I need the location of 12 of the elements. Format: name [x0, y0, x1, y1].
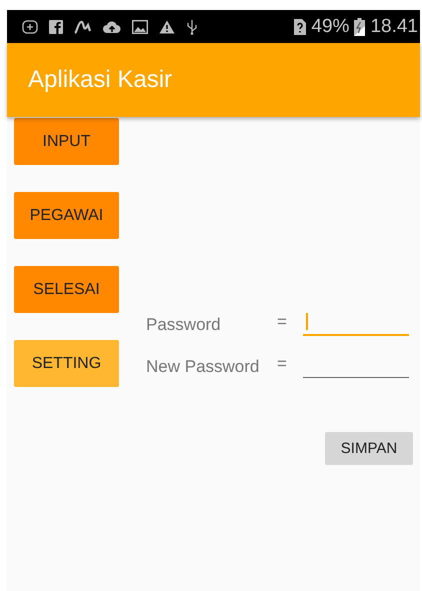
save-button[interactable]: SIMPAN: [325, 432, 413, 465]
battery-percent: 49%: [311, 16, 350, 38]
clock-time: 18.41: [370, 16, 418, 38]
menu-button[interactable]: PEGAWAI: [14, 192, 119, 239]
menu-button[interactable]: INPUT: [14, 118, 119, 165]
equals-sign: =: [277, 354, 288, 374]
menu-button[interactable]: SELESAI: [14, 266, 119, 313]
field-label: New Password: [146, 357, 260, 377]
menu-button[interactable]: SETTING: [14, 340, 119, 387]
app-title: Aplikasi Kasir: [28, 66, 172, 94]
field-label: Password: [146, 315, 222, 335]
equals-sign: =: [277, 312, 288, 332]
